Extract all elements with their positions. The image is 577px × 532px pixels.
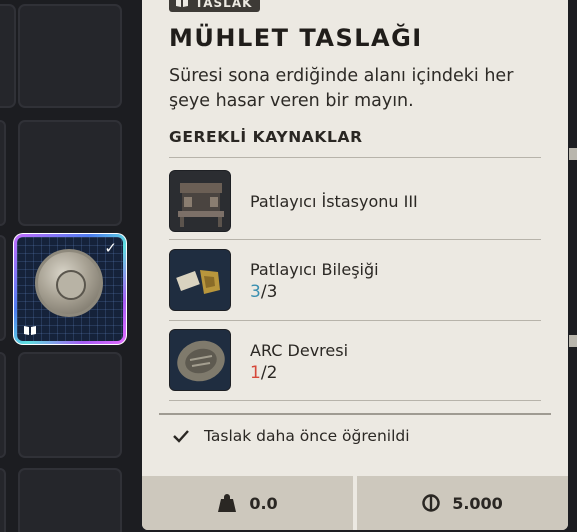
divider	[169, 400, 541, 401]
inventory-slot-selected[interactable]: ✓	[14, 234, 126, 344]
check-icon: ✓	[104, 239, 117, 257]
book-icon	[176, 0, 188, 7]
inventory-slot[interactable]	[0, 468, 6, 532]
inventory-slot[interactable]	[0, 4, 16, 108]
category-tag: TASLAK	[169, 0, 261, 12]
book-icon	[24, 326, 36, 335]
item-tooltip: TASLAK MÜHLET TASLAĞI Süresi sona erdiği…	[142, 0, 568, 530]
divider	[169, 157, 541, 158]
requirement-name: Patlayıcı İstasyonu III	[250, 192, 418, 211]
explosive-compound-icon	[169, 249, 231, 311]
mine-item-icon	[35, 249, 103, 317]
inventory-slot[interactable]	[18, 120, 122, 226]
inventory-grid: ✓	[0, 0, 140, 532]
item-title: MÜHLET TASLAĞI	[169, 24, 423, 52]
price-value: 5.000	[452, 493, 503, 513]
learned-status-text: Taslak daha önce öğrenildi	[204, 427, 410, 445]
edge-fragment	[569, 335, 577, 347]
weight-value: 0.0	[249, 493, 278, 513]
weight-icon	[218, 494, 237, 512]
coin-icon	[422, 494, 440, 512]
item-description: Süresi sona erdiğinde alanı içindeki her…	[169, 66, 514, 111]
requirement-name: ARC Devresi	[250, 341, 349, 360]
divider	[159, 413, 551, 415]
requirement-row: Patlayıcı İstasyonu III	[169, 160, 541, 240]
requirement-row: ARC Devresi 1/2	[169, 321, 541, 401]
category-tag-label: TASLAK	[195, 0, 253, 10]
weight-cell: 0.0	[142, 476, 353, 530]
arc-circuit-icon	[169, 329, 231, 391]
requirement-quantity: 3/3	[250, 282, 278, 302]
item-footer: 0.0 5.000	[142, 476, 568, 530]
requirement-name: Patlayıcı Bileşiği	[250, 260, 379, 279]
requirement-row: Patlayıcı Bileşiği 3/3	[169, 240, 541, 320]
requirement-quantity: 1/2	[250, 363, 278, 383]
inventory-slot[interactable]	[0, 235, 6, 341]
inventory-slot[interactable]	[0, 120, 6, 226]
inventory-slot[interactable]	[18, 4, 122, 108]
learned-status: Taslak daha önce öğrenildi	[172, 427, 410, 445]
right-panel-edge	[567, 0, 577, 532]
inventory-slot[interactable]	[18, 468, 122, 532]
workbench-icon	[169, 170, 231, 232]
edge-fragment	[569, 148, 577, 160]
requirements-header: GEREKLİ KAYNAKLAR	[169, 128, 363, 146]
inventory-slot[interactable]	[18, 352, 122, 458]
inventory-slot[interactable]	[0, 352, 6, 458]
price-cell: 5.000	[357, 476, 568, 530]
check-icon	[173, 430, 189, 443]
